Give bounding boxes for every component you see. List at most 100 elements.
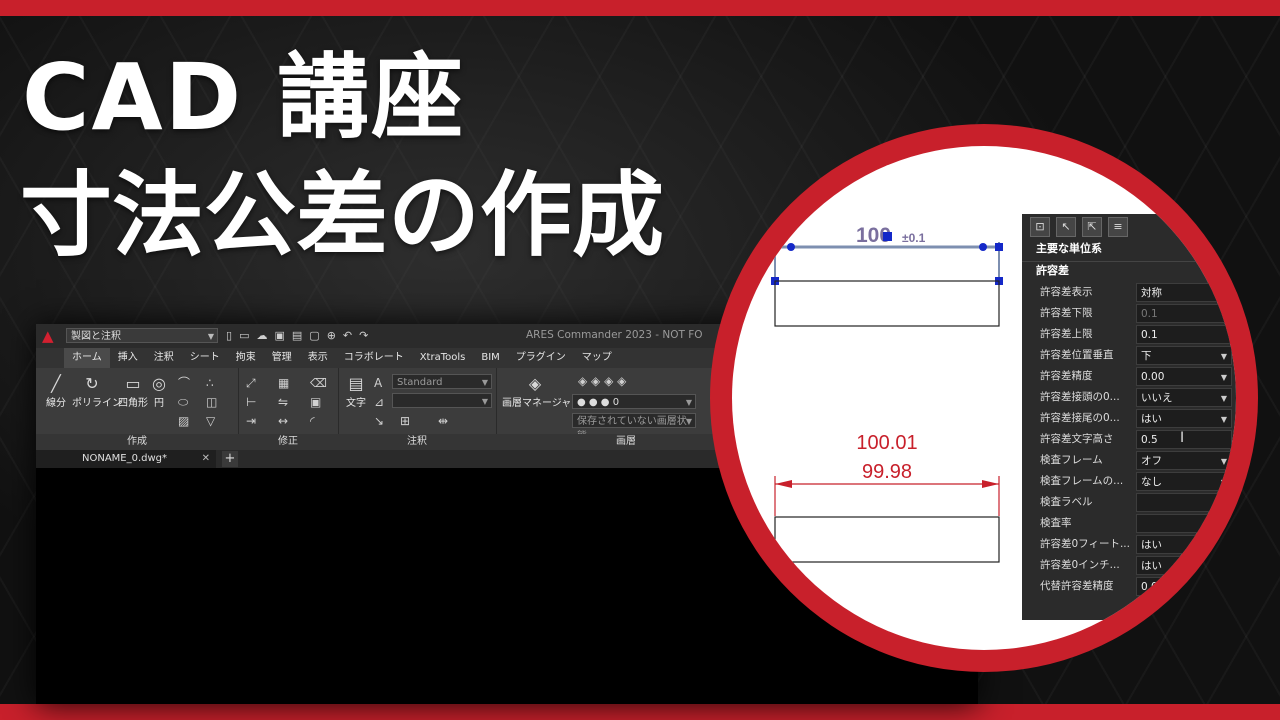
property-value[interactable]: 0.000 bbox=[1136, 577, 1232, 596]
tab-plugin[interactable]: プラグイン bbox=[508, 348, 574, 368]
grip-arrow-right[interactable] bbox=[979, 243, 987, 251]
new-tab-button[interactable]: + bbox=[222, 451, 238, 467]
polyline-icon: ↻ bbox=[85, 374, 99, 393]
array-icon[interactable]: ▦ bbox=[278, 376, 289, 390]
category-tolerance[interactable]: 許容差 bbox=[1022, 261, 1236, 278]
region-icon[interactable]: ◫ bbox=[206, 395, 217, 409]
explode-icon[interactable]: ▣ bbox=[310, 395, 321, 409]
saveas-icon[interactable]: ▤ bbox=[292, 328, 302, 344]
tab-bim[interactable]: BIM bbox=[473, 348, 507, 368]
property-value-text: はい bbox=[1141, 560, 1162, 572]
tab-insert[interactable]: 挿入 bbox=[110, 348, 146, 368]
select-objects-icon[interactable]: ⇱ bbox=[1082, 217, 1102, 237]
layer-select[interactable]: ● ● ● 0 ▼ bbox=[572, 394, 696, 409]
tab-sheet[interactable]: シート bbox=[182, 348, 228, 368]
workspace-label: 製図と注釈 bbox=[71, 331, 121, 342]
chevron-down-icon: ▼ bbox=[1220, 415, 1227, 424]
grip-right[interactable] bbox=[995, 243, 1003, 251]
dimension-icon[interactable]: ⇹ bbox=[438, 414, 448, 428]
property-row: 許容差接尾の0... はい ▼ bbox=[1022, 408, 1236, 429]
rectangle-tool[interactable]: ▭ 四角形 bbox=[116, 374, 150, 409]
property-value[interactable]: 対称 bbox=[1136, 283, 1232, 302]
trim-icon[interactable]: ⊢ bbox=[246, 395, 256, 409]
property-value-text: 0.000 bbox=[1141, 581, 1172, 593]
arrow-left bbox=[775, 480, 792, 488]
close-icon[interactable]: ✕ bbox=[202, 450, 210, 468]
new-icon[interactable]: ▯ bbox=[226, 328, 232, 344]
layer-state-select[interactable]: 保存されていない画層状態▼ bbox=[572, 413, 696, 442]
property-value[interactable]: 0.00 ▼ bbox=[1136, 367, 1232, 386]
bottom-rectangle bbox=[774, 516, 1000, 563]
document-tab[interactable]: NONAME_0.dwg* ✕ bbox=[36, 450, 216, 468]
open-icon[interactable]: ▭ bbox=[239, 328, 249, 344]
tab-collaborate[interactable]: コラボレート bbox=[336, 348, 412, 368]
points-icon[interactable]: ∴ bbox=[206, 376, 214, 390]
hatch-icon[interactable]: ▨ bbox=[178, 414, 189, 428]
property-value[interactable]: はい ▼ bbox=[1136, 409, 1232, 428]
layer-manager-tool[interactable]: ◈ 画層マネージャー bbox=[502, 374, 581, 409]
panel-annotation-label: 注釈 bbox=[338, 434, 496, 450]
property-value-text: なし bbox=[1141, 476, 1162, 488]
table-icon[interactable]: ⊞ bbox=[400, 414, 410, 428]
save-icon[interactable]: ▣ bbox=[274, 328, 284, 344]
fillet-icon[interactable]: ◜ bbox=[310, 414, 315, 428]
tab-annotate[interactable]: 注釈 bbox=[146, 348, 182, 368]
line-icon: ╱ bbox=[51, 374, 61, 393]
line-tool[interactable]: ╱ 線分 bbox=[44, 374, 68, 409]
property-value[interactable] bbox=[1136, 514, 1232, 533]
property-value[interactable]: 下 ▼ bbox=[1136, 346, 1232, 365]
leader-icon[interactable]: ↘ bbox=[374, 414, 384, 428]
pickadd-icon[interactable]: ≡ bbox=[1108, 217, 1128, 237]
quick-select-icon[interactable]: ⊡ bbox=[1030, 217, 1050, 237]
grip-arrow-left[interactable] bbox=[787, 243, 795, 251]
tab-home[interactable]: ホーム bbox=[64, 348, 110, 368]
undo-icon[interactable]: ↶ bbox=[343, 328, 352, 344]
workspace-select[interactable]: 製図と注釈 ▼ bbox=[66, 328, 218, 343]
property-value[interactable]: 0.1 bbox=[1136, 304, 1232, 323]
grip-left[interactable] bbox=[771, 243, 779, 251]
property-name: 代替許容差精度 bbox=[1040, 580, 1114, 592]
property-value[interactable]: はい bbox=[1136, 556, 1232, 575]
property-value[interactable] bbox=[1136, 493, 1232, 512]
cloud-icon[interactable]: ☁ bbox=[256, 328, 267, 344]
mirror-icon[interactable]: ⇋ bbox=[278, 395, 288, 409]
arc-icon[interactable]: ⌒ bbox=[178, 376, 190, 390]
stretch-icon[interactable]: ⇥ bbox=[246, 414, 256, 428]
property-value[interactable]: なし ▼ bbox=[1136, 472, 1232, 491]
property-row: 許容差精度 0.00 ▼ bbox=[1022, 366, 1236, 387]
circle-tool[interactable]: ◎ 円 bbox=[150, 374, 168, 409]
erase-icon[interactable]: ⌫ bbox=[310, 376, 327, 390]
top-dimension-tolerance: ±0.1 bbox=[902, 231, 926, 245]
property-name: 許容差0フィート... bbox=[1040, 538, 1130, 550]
property-value[interactable]: はい bbox=[1136, 535, 1232, 554]
circle-label: 円 bbox=[154, 398, 164, 409]
tab-manage[interactable]: 管理 bbox=[264, 348, 300, 368]
layer-state-icons[interactable]: ◈ ◈ ◈ ◈ bbox=[578, 374, 626, 388]
ares-logo-icon[interactable]: ▲ bbox=[42, 328, 60, 344]
title-line-2: 寸法公差の作成 bbox=[20, 162, 665, 269]
text-style-select[interactable]: Standard ▼ bbox=[392, 374, 492, 389]
text-tool[interactable]: ▤ 文字 bbox=[344, 374, 368, 409]
property-value[interactable]: いいえ ▼ bbox=[1136, 388, 1232, 407]
property-value[interactable]: オフ ▼ bbox=[1136, 451, 1232, 470]
polyline-tool[interactable]: ↻ ポリライン bbox=[72, 374, 122, 409]
tab-view[interactable]: 表示 bbox=[300, 348, 336, 368]
property-row: 検査フレームの... なし ▼ bbox=[1022, 471, 1236, 492]
ellipse-icon[interactable]: ⬭ bbox=[178, 395, 188, 409]
dim-style-select[interactable]: ▼ bbox=[392, 393, 492, 408]
share-icon[interactable]: ⊕ bbox=[327, 328, 336, 344]
rectangle-icon: ▭ bbox=[125, 374, 141, 393]
tab-map[interactable]: マップ bbox=[574, 348, 620, 368]
select-icon[interactable]: ↖ bbox=[1056, 217, 1076, 237]
lock-icon[interactable]: ▢ bbox=[309, 328, 319, 344]
move-icon[interactable]: ⤢ bbox=[246, 376, 256, 390]
property-value[interactable]: 0.1 bbox=[1136, 325, 1232, 344]
tab-xtratools[interactable]: XtraTools bbox=[412, 348, 474, 368]
chevron-down-icon: ▼ bbox=[207, 332, 214, 341]
grip-text[interactable] bbox=[883, 232, 892, 241]
tab-constraint[interactable]: 拘束 bbox=[228, 348, 264, 368]
redo-icon[interactable]: ↷ bbox=[359, 328, 368, 344]
category-primary-units[interactable]: 主要な単位系 bbox=[1022, 240, 1236, 257]
boundary-icon[interactable]: ▽ bbox=[206, 414, 215, 428]
break-icon[interactable]: ↔ bbox=[278, 414, 288, 428]
